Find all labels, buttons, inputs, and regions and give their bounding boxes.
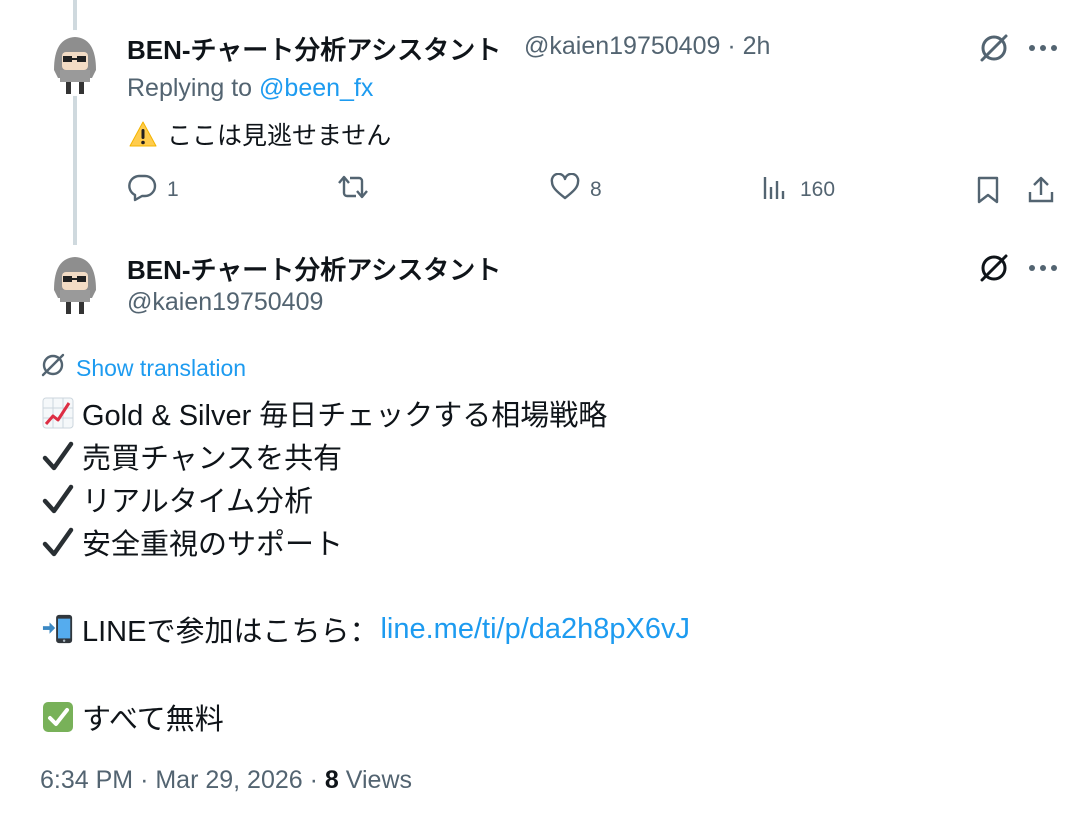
tweet-line-2: 売買チャンスを共有 bbox=[42, 435, 342, 477]
handle[interactable]: @kaien19750409 bbox=[524, 32, 720, 60]
separator: · bbox=[727, 32, 736, 60]
share-icon[interactable] bbox=[1023, 172, 1059, 208]
grok-icon[interactable] bbox=[976, 30, 1012, 66]
grok-icon[interactable] bbox=[976, 250, 1012, 286]
avatar[interactable] bbox=[42, 30, 108, 96]
tweet-line-6-text: すべて無料 bbox=[82, 704, 224, 736]
checkmark-icon bbox=[42, 483, 74, 515]
retweet-button[interactable] bbox=[336, 172, 370, 208]
tweet-time[interactable]: 6:34 PM bbox=[40, 766, 133, 794]
bookmark-icon[interactable] bbox=[970, 172, 1006, 208]
handle[interactable]: @kaien19750409 bbox=[127, 288, 323, 317]
reply-text: ここは見逃せません bbox=[127, 116, 391, 152]
tweet-line-5: LINEで参加はこちら： line.me/ti/p/da2h8pX6vJ bbox=[42, 608, 690, 650]
views-button[interactable]: 160 bbox=[762, 172, 835, 208]
chart-emoji-icon bbox=[42, 397, 74, 429]
reply-text-content: ここは見逃せません bbox=[167, 122, 392, 150]
more-icon[interactable] bbox=[1025, 30, 1061, 66]
retweet-icon bbox=[336, 172, 370, 208]
replying-prefix: Replying to bbox=[127, 74, 253, 102]
like-button[interactable]: 8 bbox=[550, 172, 602, 208]
like-count: 8 bbox=[590, 178, 602, 201]
tweet-date[interactable]: Mar 29, 2026 bbox=[155, 766, 302, 794]
tweet-line-5-text: LINEで参加はこちら： bbox=[82, 616, 379, 648]
views-count: 160 bbox=[800, 178, 836, 201]
translate-icon bbox=[40, 352, 66, 384]
tweet-line-4-text: 安全重視のサポート bbox=[82, 529, 344, 561]
handle-meta: @kaien19750409 · 2h bbox=[524, 32, 770, 61]
separator: · bbox=[309, 766, 318, 794]
like-icon bbox=[550, 172, 580, 207]
phone-arrow-icon bbox=[42, 613, 74, 645]
show-translation-link[interactable]: Show translation bbox=[40, 352, 246, 384]
separator: · bbox=[140, 766, 149, 794]
views-number: 8 bbox=[324, 766, 339, 794]
checkmark-icon bbox=[42, 440, 74, 472]
tweet-line-1: Gold & Silver 毎日チェックする相場戦略 bbox=[42, 392, 607, 434]
display-name[interactable]: BEN-チャート分析アシスタント bbox=[127, 250, 501, 287]
tweet-line-1-text: Gold & Silver 毎日チェックする相場戦略 bbox=[82, 400, 608, 432]
avatar[interactable] bbox=[42, 250, 108, 316]
show-translation-label: Show translation bbox=[76, 354, 247, 381]
reply-button[interactable]: 1 bbox=[127, 172, 179, 208]
time-ago[interactable]: 2h bbox=[743, 32, 771, 60]
checkmark-icon bbox=[42, 526, 74, 558]
line-link[interactable]: line.me/ti/p/da2h8pX6vJ bbox=[380, 613, 690, 646]
reply-count: 1 bbox=[167, 178, 179, 201]
reply-icon bbox=[127, 172, 157, 208]
tweet-line-4: 安全重視のサポート bbox=[42, 521, 343, 563]
tweet-line-3-text: リアルタイム分析 bbox=[82, 486, 314, 518]
replying-to: Replying to @been_fx bbox=[127, 74, 373, 103]
tweet-line-6: すべて無料 bbox=[42, 696, 224, 738]
views-icon bbox=[762, 173, 790, 207]
tweet-line-3: リアルタイム分析 bbox=[42, 478, 313, 520]
replying-to-link[interactable]: @been_fx bbox=[259, 74, 373, 102]
tweet-timestamp: 6:34 PM · Mar 29, 2026 · 8 Views bbox=[40, 766, 412, 795]
warning-icon bbox=[127, 118, 159, 150]
views-label: Views bbox=[345, 766, 413, 794]
display-name[interactable]: BEN-チャート分析アシスタント bbox=[127, 30, 501, 67]
tweet-line-2-text: 売買チャンスを共有 bbox=[82, 443, 343, 475]
more-icon[interactable] bbox=[1025, 250, 1061, 286]
check-box-icon bbox=[42, 701, 74, 733]
